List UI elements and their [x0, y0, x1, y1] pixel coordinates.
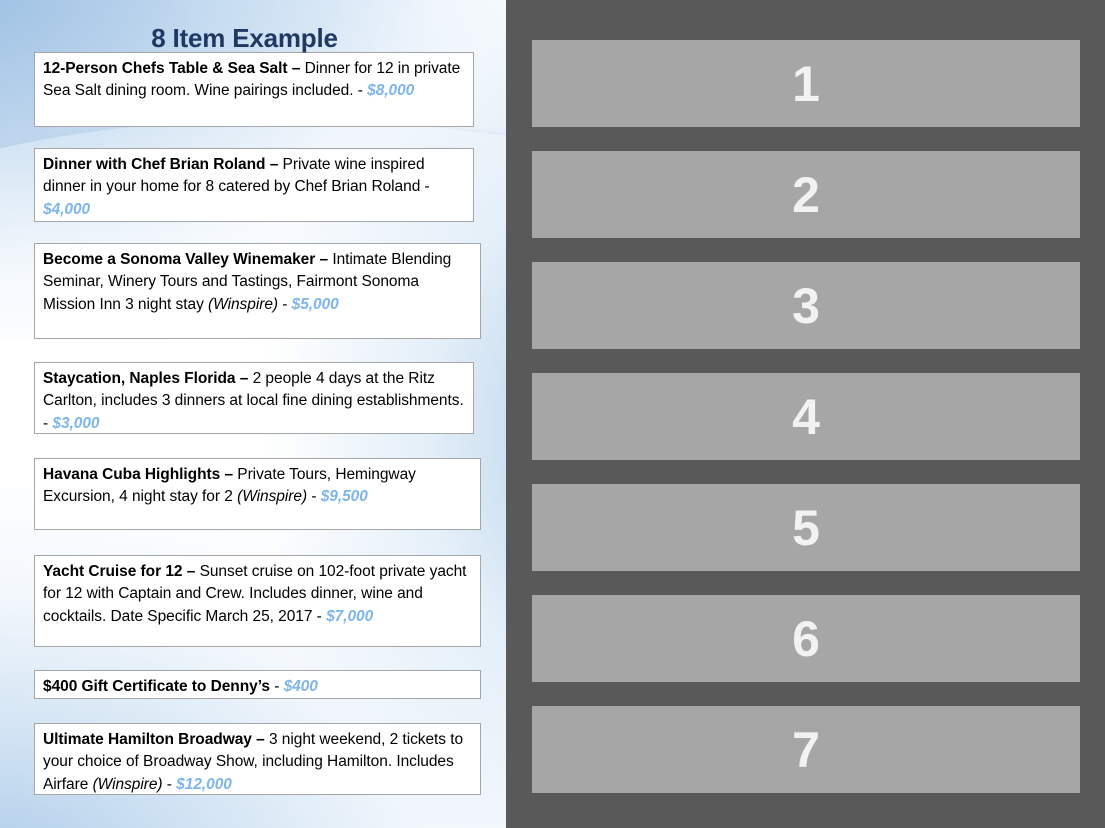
- number-box-label: 3: [792, 277, 820, 334]
- item-price: $3,000: [52, 414, 100, 432]
- number-box-label: 1: [792, 55, 820, 112]
- number-box[interactable]: 4: [532, 373, 1080, 460]
- list-item[interactable]: Havana Cuba Highlights – Private Tours, …: [34, 458, 481, 530]
- list-item[interactable]: Ultimate Hamilton Broadway – 3 night wee…: [34, 723, 481, 795]
- item-name: Become a Sonoma Valley Winemaker: [43, 251, 316, 268]
- item-name: Dinner with Chef Brian Roland: [43, 156, 266, 173]
- item-dash: –: [251, 731, 269, 748]
- item-description-2: -: [278, 295, 292, 313]
- list-item[interactable]: 12-Person Chefs Table & Sea Salt – Dinne…: [34, 52, 474, 127]
- number-box-label: 2: [792, 166, 820, 223]
- item-dash: –: [220, 466, 238, 483]
- item-description-2: -: [307, 488, 321, 506]
- number-box-label: 5: [792, 499, 820, 556]
- item-dash: –: [315, 251, 333, 268]
- item-list: 12-Person Chefs Table & Sea Salt – Dinne…: [0, 0, 506, 828]
- item-note: (Winspire): [208, 295, 279, 313]
- number-box[interactable]: 7: [532, 706, 1080, 793]
- list-item[interactable]: Dinner with Chef Brian Roland – Private …: [34, 148, 474, 222]
- right-numbered-panel: 1 2 3 4 5 6 7: [506, 0, 1105, 828]
- item-name: Staycation, Naples Florida: [43, 370, 236, 387]
- number-box[interactable]: 6: [532, 595, 1080, 682]
- item-price: $8,000: [367, 82, 415, 100]
- item-description-2: -: [162, 775, 177, 793]
- item-dash: –: [235, 370, 253, 387]
- number-box-label: 6: [792, 610, 820, 667]
- number-box[interactable]: 5: [532, 484, 1080, 571]
- list-item[interactable]: Become a Sonoma Valley Winemaker – Intim…: [34, 243, 481, 339]
- item-dash: –: [182, 563, 200, 580]
- number-box-label: 4: [792, 388, 820, 445]
- item-description: -: [269, 678, 284, 695]
- item-price: $12,000: [176, 775, 232, 793]
- number-box[interactable]: 1: [532, 40, 1080, 127]
- item-price: $7,000: [326, 607, 374, 625]
- item-price: $4,000: [43, 200, 91, 218]
- item-name: Ultimate Hamilton Broadway: [43, 731, 252, 748]
- list-item[interactable]: Yacht Cruise for 12 – Sunset cruise on 1…: [34, 555, 481, 647]
- slide-canvas: 8 Item Example 12-Person Chefs Table & S…: [0, 0, 1105, 828]
- item-name: $400 Gift Certificate to Denny’s: [43, 678, 270, 695]
- item-dash: –: [265, 156, 283, 173]
- item-price: $5,000: [291, 295, 339, 313]
- item-name: Havana Cuba Highlights: [43, 466, 221, 483]
- item-name: 12-Person Chefs Table & Sea Salt: [43, 60, 288, 77]
- item-note: (Winspire): [237, 488, 308, 506]
- item-price: $400: [283, 678, 318, 695]
- page-title: 8 Item Example: [151, 23, 338, 54]
- number-box-label: 7: [792, 721, 820, 778]
- number-box[interactable]: 3: [532, 262, 1080, 349]
- item-name: Yacht Cruise for 12: [43, 563, 183, 580]
- item-price: $9,500: [320, 488, 368, 506]
- list-item[interactable]: $400 Gift Certificate to Denny’s - $400: [34, 670, 481, 699]
- item-note: (Winspire): [92, 775, 163, 793]
- list-item[interactable]: Staycation, Naples Florida – 2 people 4 …: [34, 362, 474, 434]
- item-dash: –: [287, 60, 305, 77]
- number-box[interactable]: 2: [532, 151, 1080, 238]
